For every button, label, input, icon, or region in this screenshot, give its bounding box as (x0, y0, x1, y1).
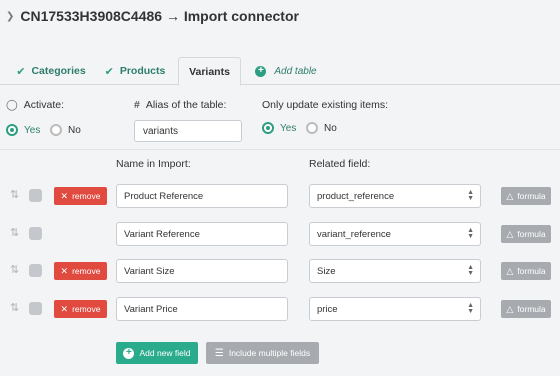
field-row: ⇅ Variant Reference variant_reference ▲ ▼… (0, 222, 560, 246)
include-multiple-fields-button[interactable]: ☰ Include multiple fields (206, 342, 319, 364)
name-in-import-input[interactable]: Variant Size (116, 259, 288, 283)
activate-label: ◯ Activate: (6, 99, 65, 111)
formula-button[interactable]: △ formula (501, 187, 551, 205)
select-value: variant_reference (317, 228, 391, 240)
row-checkbox[interactable] (29, 264, 42, 277)
add-new-field-button[interactable]: + Add new field (116, 342, 198, 364)
sort-handle-icon[interactable]: ⇅ (10, 188, 19, 201)
radio-dot (306, 122, 318, 134)
only-update-no-radio[interactable]: No (306, 122, 337, 134)
column-header-name: Name in Import: (116, 158, 191, 170)
select-arrows-icon: ▲ ▼ (467, 302, 474, 315)
remove-button[interactable]: ✕ remove (54, 262, 107, 280)
select-arrows-icon: ▲ ▼ (467, 189, 474, 202)
name-in-import-input[interactable]: Product Reference (116, 184, 288, 208)
chevron-right-icon[interactable]: ❯ (6, 11, 14, 22)
sort-handle-icon[interactable]: ⇅ (10, 226, 19, 239)
tab-label: Products (119, 65, 166, 77)
radio-label: Yes (24, 124, 41, 136)
select-arrows-icon: ▲ ▼ (467, 264, 474, 277)
activate-no-radio[interactable]: No (50, 124, 81, 136)
field-row: ⇅ ✕ remove Variant Price price ▲ ▼ △ form… (0, 297, 560, 321)
row-checkbox[interactable] (29, 302, 42, 315)
close-icon: ✕ (60, 265, 69, 276)
tab-variants[interactable]: Variants (178, 57, 241, 86)
alias-input[interactable]: variants (134, 120, 242, 142)
tab-label: Add table (274, 65, 317, 77)
formula-button[interactable]: △ formula (501, 225, 551, 243)
list-icon: ☰ (214, 347, 224, 359)
column-header-related: Related field: (309, 158, 371, 170)
flask-icon: △ (506, 228, 514, 239)
flask-icon: △ (506, 265, 514, 276)
select-value: product_reference (317, 190, 395, 202)
table-settings: ◯ Activate: Yes No # Alias of the table:… (0, 96, 560, 148)
select-arrows-icon: ▲ ▼ (467, 227, 474, 240)
tab-bar: ✔ Categories ✔ Products Variants + Add t… (0, 57, 560, 86)
tab-label: Variants (189, 65, 230, 78)
page-title: CN17533H3908C4486 → Import connector (20, 8, 299, 24)
radio-dot (6, 124, 18, 136)
formula-button[interactable]: △ formula (501, 262, 551, 280)
related-field-select[interactable]: Size ▲ ▼ (309, 259, 481, 283)
related-field-select[interactable]: variant_reference ▲ ▼ (309, 222, 481, 246)
name-in-import-input[interactable]: Variant Reference (116, 222, 288, 246)
alias-label: # Alias of the table: (134, 99, 227, 111)
field-row: ⇅ ✕ remove Variant Size Size ▲ ▼ △ formul… (0, 259, 560, 283)
flask-icon: △ (506, 303, 514, 314)
close-icon: ✕ (60, 303, 69, 314)
select-value: price (317, 303, 338, 315)
radio-label: No (324, 122, 337, 134)
check-icon: ✔ (16, 65, 26, 78)
close-icon: ✕ (60, 190, 69, 201)
tab-products[interactable]: ✔ Products (96, 57, 174, 85)
radio-dot (262, 122, 274, 134)
row-checkbox[interactable] (29, 189, 42, 202)
related-field-select[interactable]: product_reference ▲ ▼ (309, 184, 481, 208)
flask-icon: △ (506, 190, 514, 201)
radio-label: Yes (280, 122, 297, 134)
formula-button[interactable]: △ formula (501, 300, 551, 318)
field-row: ⇅ ✕ remove Product Reference product_ref… (0, 184, 560, 208)
remove-button[interactable]: ✕ remove (54, 187, 107, 205)
plus-circle-icon: + (123, 347, 135, 359)
tab-add-table[interactable]: + Add table (250, 57, 322, 85)
activate-yes-radio[interactable]: Yes (6, 124, 40, 136)
title-bar: ❯ CN17533H3908C4486 → Import connector (0, 0, 560, 32)
plus-circle-icon: + (255, 65, 267, 77)
hash-icon: # (134, 99, 140, 111)
divider (0, 149, 560, 150)
sort-handle-icon[interactable]: ⇅ (10, 301, 19, 314)
name-in-import-input[interactable]: Variant Price (116, 297, 288, 321)
radio-dot (50, 124, 62, 136)
select-value: Size (317, 265, 336, 277)
tab-label: Categories (31, 65, 86, 77)
only-update-label: Only update existing items: (262, 99, 389, 111)
only-update-yes-radio[interactable]: Yes (262, 122, 296, 134)
remove-button[interactable]: ✕ remove (54, 300, 107, 318)
related-field-select[interactable]: price ▲ ▼ (309, 297, 481, 321)
check-icon: ✔ (104, 65, 114, 78)
tab-categories[interactable]: ✔ Categories (8, 57, 94, 85)
row-checkbox[interactable] (29, 227, 42, 240)
lightbulb-icon: ◯ (6, 99, 18, 111)
sort-handle-icon[interactable]: ⇅ (10, 263, 19, 276)
radio-label: No (68, 124, 81, 136)
